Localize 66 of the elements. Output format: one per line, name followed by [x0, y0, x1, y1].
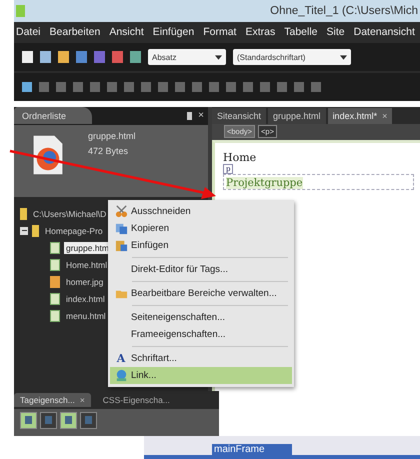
- folder-icon: [32, 224, 39, 237]
- panel-tab[interactable]: CSS-Eigenscha...: [96, 392, 176, 407]
- toolbar-icon[interactable]: [130, 51, 141, 64]
- caret-icon: [340, 54, 347, 60]
- menu-item[interactable]: Tabelle: [284, 26, 318, 38]
- file-size: 472 Bytes: [88, 146, 130, 156]
- toolbar-icon[interactable]: [22, 51, 33, 64]
- collapse-icon[interactable]: [20, 226, 28, 235]
- toolbar-icon[interactable]: [22, 82, 32, 92]
- paragraph-style-dropdown[interactable]: Absatz: [148, 49, 226, 66]
- close-button[interactable]: ×: [198, 110, 204, 122]
- panel-button[interactable]: [80, 412, 97, 429]
- menu-item[interactable]: Direkt-Editor für Tags...: [110, 261, 292, 278]
- menu-item[interactable]: Frameeigenschaften...: [110, 326, 292, 343]
- panel-button[interactable]: [40, 412, 57, 429]
- tree-item[interactable]: homer.jpg: [64, 276, 106, 288]
- toolbar-icon[interactable]: [58, 51, 69, 64]
- editor-tab[interactable]: gruppe.html: [268, 108, 326, 124]
- browser-file-icon: [32, 134, 64, 175]
- tree-item[interactable]: menu.html: [64, 310, 108, 322]
- folder-icon: [20, 208, 27, 220]
- menu-item[interactable]: Kopieren: [110, 220, 292, 237]
- selected-text: Projektgruppe: [226, 176, 303, 189]
- toolbar-icon[interactable]: [40, 51, 51, 64]
- menu-item[interactable]: Einfügen: [152, 26, 194, 38]
- page-icon: [50, 292, 60, 305]
- panel-button[interactable]: [20, 412, 37, 429]
- menu-item[interactable]: Seiteneigenschaften...: [110, 309, 292, 326]
- font-dropdown[interactable]: (Standardschriftart): [233, 49, 351, 66]
- menu-item[interactable]: Site: [326, 26, 345, 38]
- menu-item[interactable]: Ansicht: [109, 26, 144, 38]
- menu-item[interactable]: Bearbeitbare Bereiche verwalten...: [110, 285, 292, 302]
- panel-tab[interactable]: Tageigensch... ×: [14, 392, 91, 407]
- menu-item[interactable]: Link...: [110, 367, 292, 384]
- panel-button[interactable]: [60, 412, 77, 429]
- list-item[interactable]: mainFrame: [212, 444, 292, 455]
- paste-icon: [114, 239, 128, 252]
- heading-text: Home: [223, 150, 258, 164]
- menu-item[interactable]: Extras: [245, 26, 276, 38]
- pin-icon[interactable]: [187, 112, 192, 120]
- file-name: gruppe.html: [88, 130, 136, 141]
- tree-item[interactable]: C:\Users\Michael\D: [31, 208, 108, 220]
- page-icon: [50, 258, 60, 271]
- app-icon: [16, 4, 25, 17]
- copy-icon: [114, 222, 128, 235]
- caret-icon: [215, 54, 222, 60]
- editor-tab[interactable]: Siteansicht: [212, 108, 266, 124]
- editor-tab[interactable]: index.html* ×: [328, 108, 392, 124]
- tree-item[interactable]: Homepage-Pro: [43, 224, 105, 237]
- menu-item[interactable]: Ausschneiden: [110, 203, 292, 220]
- tree-item[interactable]: Home.html: [64, 258, 110, 271]
- page-icon: [50, 310, 60, 322]
- scissors-icon: [114, 205, 128, 218]
- menu-item[interactable]: A Schriftart...: [110, 350, 292, 367]
- page-icon: [50, 242, 60, 254]
- window-title: Ohne_Titel_1 (C:\Users\Mich: [270, 4, 418, 17]
- menu-item[interactable]: Datei: [16, 26, 41, 38]
- menu-item[interactable]: Einfügen: [110, 237, 292, 254]
- menu-item[interactable]: Format: [203, 26, 236, 38]
- image-icon: [50, 276, 60, 288]
- tree-item[interactable]: index.html: [64, 292, 107, 305]
- panel-tab[interactable]: Ordnerliste: [14, 107, 92, 124]
- menu-item[interactable]: Datenansicht: [354, 26, 415, 38]
- tree-item[interactable]: gruppe.htm: [64, 242, 111, 254]
- menu-item[interactable]: Bearbeiten: [50, 26, 100, 38]
- globe-icon: [114, 369, 128, 382]
